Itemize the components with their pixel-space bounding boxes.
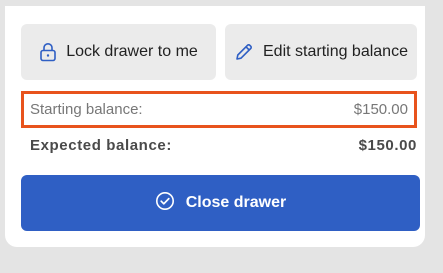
close-drawer-button[interactable]: Close drawer — [21, 175, 420, 231]
close-drawer-label: Close drawer — [185, 194, 287, 211]
pencil-icon — [234, 42, 254, 62]
lock-drawer-button[interactable]: Lock drawer to me — [21, 24, 216, 80]
drawer-card: Lock drawer to me Edit starting balance … — [5, 6, 425, 247]
lock-drawer-label: Lock drawer to me — [66, 43, 198, 60]
starting-balance-value: $150.00 — [353, 101, 408, 118]
starting-balance-row: Starting balance: $150.00 — [21, 91, 417, 128]
lock-icon — [39, 42, 57, 62]
expected-balance-row: Expected balance: $150.00 — [21, 134, 417, 156]
expected-balance-label: Expected balance: — [30, 136, 172, 154]
starting-balance-label: Starting balance: — [30, 101, 143, 118]
edit-starting-balance-button[interactable]: Edit starting balance — [225, 24, 417, 80]
expected-balance-value: $150.00 — [358, 136, 417, 154]
edit-starting-balance-label: Edit starting balance — [263, 43, 408, 60]
check-circle-icon — [155, 191, 175, 216]
